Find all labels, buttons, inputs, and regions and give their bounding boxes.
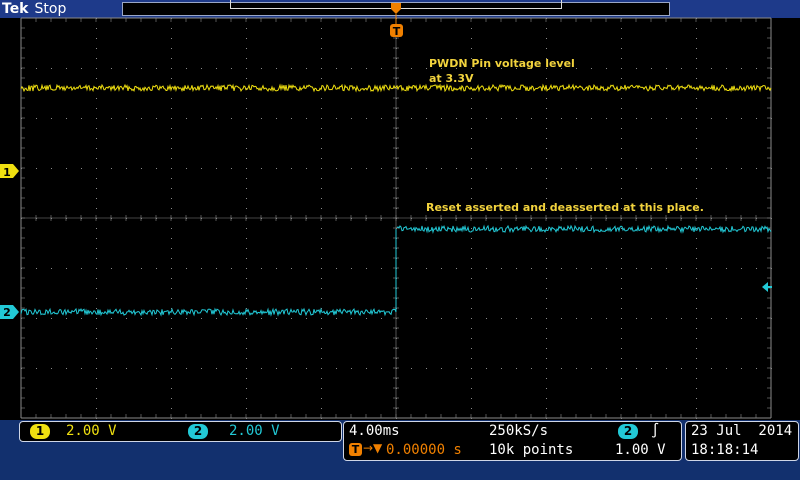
date-display: 23 Jul 2014	[691, 423, 793, 439]
ch1-ground-marker[interactable]: 1	[0, 164, 19, 179]
ch2-marker-label: 2	[3, 306, 11, 319]
time-per-div: 4.00ms	[349, 423, 400, 439]
record-length: 10k points	[489, 442, 574, 458]
ch1-annotation: PWDN Pin voltage level at 3.3V	[429, 56, 575, 86]
trigger-source-chip[interactable]: 2	[618, 424, 638, 439]
ch2-scale: 2.00 V	[229, 423, 280, 439]
ch1-annotation-line2: at 3.3V	[429, 72, 474, 85]
reset-annotation: Reset asserted and deasserted at this pl…	[426, 201, 704, 214]
ch1-marker-label: 1	[3, 166, 11, 179]
trigger-level: 1.00 V	[615, 442, 666, 458]
ch2-ground-marker[interactable]: 2	[0, 305, 19, 319]
ch2-chip[interactable]: 2	[188, 424, 208, 439]
trigger-marker-label: T	[393, 25, 401, 38]
arrow-right-down-icon: →▼	[363, 441, 383, 455]
ch1-scale: 2.00 V	[66, 423, 117, 439]
trigger-position: 0.00000 s	[386, 442, 462, 458]
channel-scale-box[interactable]: 1 2.00 V 2 2.00 V	[19, 421, 342, 442]
time-display: 18:18:14	[691, 442, 759, 458]
ch1-chip[interactable]: 1	[30, 424, 50, 439]
ch1-annotation-line1: PWDN Pin voltage level	[429, 57, 575, 70]
rising-edge-icon: ∫	[651, 423, 660, 439]
horizontal-trigger-box[interactable]: 4.00ms 250kS/s T →▼ 0.00000 s 10k points…	[343, 421, 682, 461]
datetime-box: 23 Jul 2014 18:18:14	[685, 421, 799, 461]
trigger-position-icon: T	[349, 443, 362, 456]
sample-rate: 250kS/s	[489, 423, 549, 439]
readout-panel: 1 2.00 V 2 2.00 V 4.00ms 250kS/s T →▼ 0.…	[0, 420, 800, 480]
